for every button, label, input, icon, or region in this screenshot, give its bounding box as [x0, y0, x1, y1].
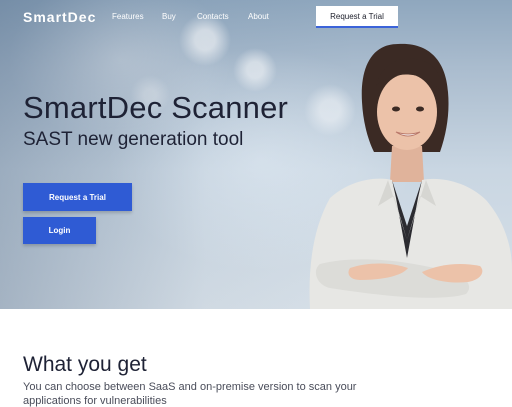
hero-title: SmartDec Scanner [23, 90, 289, 125]
section-text-line2: applications for vulnerabilities [23, 395, 167, 407]
nav-link-contacts[interactable]: Contacts [197, 12, 229, 21]
nav-link-about[interactable]: About [248, 12, 269, 21]
hero-person-image [309, 43, 512, 309]
nav-link-buy[interactable]: Buy [162, 12, 176, 21]
nav-link-features[interactable]: Features [112, 12, 144, 21]
logo[interactable]: SmartDec [23, 9, 96, 25]
login-button[interactable]: Login [23, 217, 96, 244]
request-trial-nav-button[interactable]: Request a Trial [316, 6, 398, 28]
section-text-line1: You can choose between SaaS and on-premi… [23, 381, 357, 393]
section-title: What you get [23, 353, 147, 376]
request-trial-button[interactable]: Request a Trial [23, 183, 132, 211]
hero-subtitle: SAST new generation tool [23, 129, 244, 150]
top-nav: SmartDec Features Buy Contacts About Req… [0, 0, 512, 34]
hero-section [0, 0, 512, 309]
